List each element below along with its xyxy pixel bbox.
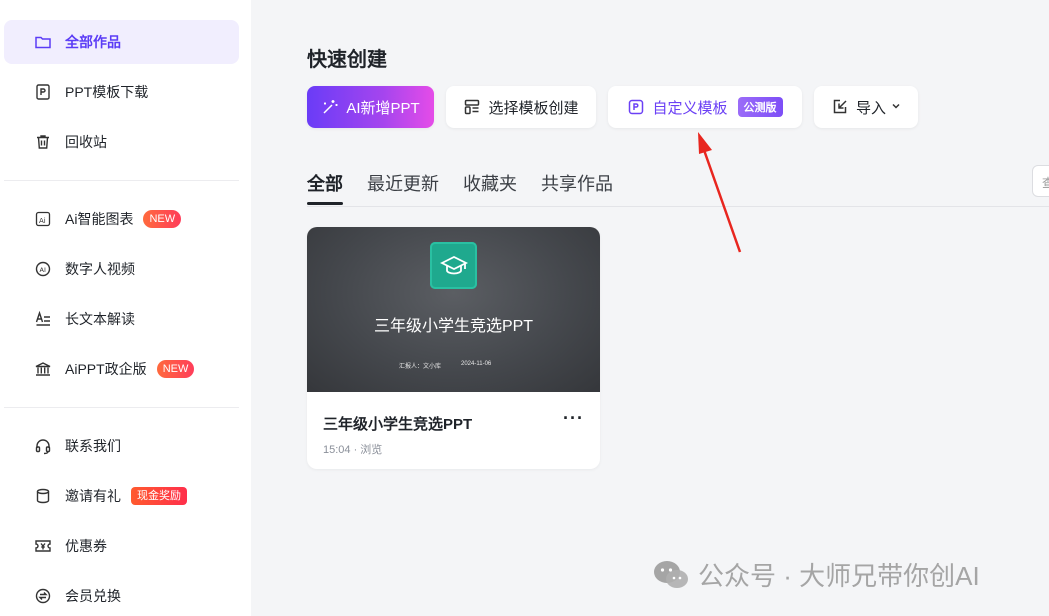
tabs-divider [307,206,1049,207]
tab-favorites[interactable]: 收藏夹 [463,170,517,196]
select-template-button[interactable]: 选择模板创建 [446,86,596,128]
wechat-icon [654,560,688,588]
gift-icon [34,487,52,505]
digital-human-icon: AI [34,260,52,278]
sidebar-item-label: AiPPT政企版 [65,361,147,377]
thumbnail-title: 三年级小学生竞选PPT [373,318,534,335]
ppt-file-icon [34,83,52,101]
custom-template-label: 自定义模板 [652,99,728,117]
svg-text:AI: AI [40,266,46,274]
headset-icon [34,437,52,455]
custom-template-button[interactable]: 自定义模板 公测版 [608,86,802,128]
sidebar-item-contact[interactable]: 联系我们 [4,424,239,468]
sidebar-item-label: 优惠券 [65,538,107,554]
tab-shared[interactable]: 共享作品 [541,170,613,196]
sidebar-divider [4,407,239,408]
magic-wand-icon [321,98,339,116]
svg-text:Ai: Ai [39,217,46,225]
tab-recent[interactable]: 最近更新 [367,170,439,196]
ai-new-ppt-button[interactable]: AI新增PPT [307,86,434,128]
sidebar-item-label: 联系我们 [65,438,121,454]
watermark-text: 公众号 · 大师兄带你创AI [698,561,980,591]
beta-badge: 公测版 [737,97,783,117]
chevron-down-icon [891,101,901,114]
cash-reward-badge: 现金奖励 [131,487,187,505]
new-badge: NEW [143,210,182,228]
folder-icon [34,33,52,51]
sidebar: 全部作品 PPT模板下载 回收站 Ai Ai智能图表 NEW AI 数字人视频 … [0,0,251,616]
ai-chart-icon: Ai [34,210,52,228]
sidebar-item-label: 邀请有礼 [65,488,121,504]
graduation-cap-icon [430,242,477,289]
sidebar-item-label: 回收站 [65,134,107,150]
trash-icon [34,133,52,151]
search-input[interactable]: 查 [1032,165,1049,197]
text-read-icon [34,310,52,328]
import-dropdown-button[interactable]: 导入 [814,86,918,128]
sidebar-item-label: 会员兑换 [65,588,121,604]
sidebar-item-invite[interactable]: 邀请有礼 现金奖励 [4,474,239,518]
exchange-icon [34,587,52,605]
work-tabs: 全部 最近更新 收藏夹 共享作品 [307,170,613,205]
import-icon [831,98,849,116]
annotation-arrow [698,132,742,253]
more-options-icon[interactable]: ··· [563,408,584,429]
template-icon [463,98,481,116]
custom-template-icon [627,98,645,116]
sidebar-item-label: 全部作品 [65,34,121,50]
sidebar-item-label: 长文本解读 [65,311,135,327]
ai-new-ppt-label: AI新增PPT [346,99,420,117]
work-card[interactable]: 三年级小学生竞选PPT 汇报人：文小库 2024-11-06 三年级小学生竞选P… [307,227,600,469]
select-template-label: 选择模板创建 [488,99,579,117]
import-label: 导入 [855,99,886,117]
thumbnail-date: 2024-11-06 [461,361,492,367]
card-thumbnail: 三年级小学生竞选PPT 汇报人：文小库 2024-11-06 [307,227,600,392]
sidebar-item-trash[interactable]: 回收站 [4,120,239,164]
card-subtitle: 15:04 · 浏览 [323,444,383,456]
sidebar-item-long-text[interactable]: 长文本解读 [4,297,239,341]
sidebar-item-digital-human[interactable]: AI 数字人视频 [4,247,239,291]
sidebar-item-all-works[interactable]: 全部作品 [4,20,239,64]
new-badge: NEW [156,360,195,378]
section-title: 快速创建 [307,49,387,71]
sidebar-item-ai-chart[interactable]: Ai Ai智能图表 NEW [4,197,239,241]
sidebar-item-label: 数字人视频 [65,261,135,277]
thumbnail-reporter: 汇报人：文小库 [399,364,442,370]
sidebar-item-enterprise[interactable]: AiPPT政企版 NEW [4,347,239,391]
bank-icon [34,360,52,378]
sidebar-item-label: Ai智能图表 [65,211,134,227]
watermark: 公众号 · 大师兄带你创AI [652,556,980,593]
sidebar-item-ppt-templates[interactable]: PPT模板下载 [4,70,239,114]
sidebar-item-coupon[interactable]: 优惠券 [4,524,239,568]
sidebar-item-label: PPT模板下载 [65,84,149,100]
sidebar-item-member-exchange[interactable]: 会员兑换 [4,574,239,616]
coupon-icon [34,537,52,555]
tab-all[interactable]: 全部 [307,170,343,205]
sidebar-divider [4,180,239,181]
card-title: 三年级小学生竞选PPT [323,416,473,433]
main-content: 快速创建 AI新增PPT 选择模板创建 自定义模板 公测版 导入 全部 最近更新… [251,0,1049,616]
